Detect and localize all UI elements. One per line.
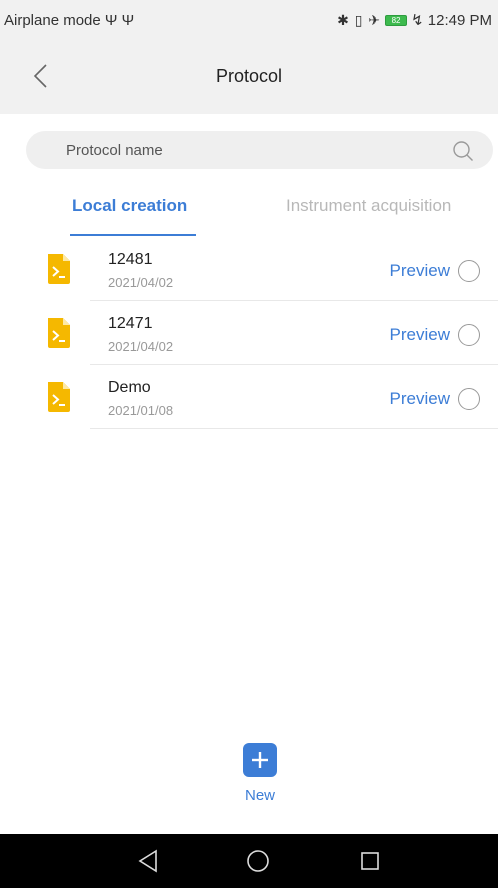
status-left-text: Airplane mode Ψ Ψ	[4, 11, 135, 29]
protocol-name: 12481	[108, 251, 153, 268]
system-nav-bar	[0, 834, 498, 888]
protocol-list: 12481 2021/04/02 Preview 12471 2021/04/0…	[0, 237, 498, 429]
protocol-date: 2021/04/02	[108, 275, 174, 290]
tab-bar: Local creation Instrument acquisition	[0, 190, 498, 240]
preview-link[interactable]: Preview	[390, 389, 450, 409]
list-item[interactable]: Demo 2021/01/08 Preview	[0, 365, 498, 429]
recents-square-icon[interactable]	[355, 846, 385, 876]
home-circle-icon[interactable]	[243, 846, 273, 876]
preview-link[interactable]: Preview	[390, 261, 450, 281]
new-button[interactable]	[243, 743, 277, 777]
protocol-name: Demo	[108, 379, 151, 396]
tab-local-creation[interactable]: Local creation	[72, 196, 187, 216]
protocol-file-icon	[48, 382, 70, 412]
list-item[interactable]: 12471 2021/04/02 Preview	[0, 301, 498, 365]
back-triangle-icon[interactable]	[134, 846, 164, 876]
plus-icon	[252, 752, 268, 768]
active-tab-indicator	[70, 234, 196, 236]
page-title: Protocol	[215, 66, 283, 86]
status-icons: ✱ ▯ ✈	[337, 11, 382, 28]
select-radio[interactable]	[458, 388, 480, 410]
select-radio[interactable]	[458, 324, 480, 346]
search-placeholder: Protocol name	[66, 142, 163, 159]
protocol-date: 2021/01/08	[108, 403, 174, 418]
status-bar: Airplane mode Ψ Ψ ✱ ▯ ✈ 82 ↯ 12:49 PM	[0, 0, 498, 40]
status-right: ✱ ▯ ✈ 82 ↯ 12:49 PM	[337, 11, 492, 30]
status-time: ↯ 12:49 PM	[411, 12, 492, 29]
protocol-file-icon	[48, 254, 70, 284]
new-button-label[interactable]: New	[0, 787, 498, 804]
row-divider	[90, 428, 498, 429]
list-item[interactable]: 12481 2021/04/02 Preview	[0, 237, 498, 301]
search-icon[interactable]	[451, 139, 475, 163]
protocol-name: 12471	[108, 315, 153, 332]
search-input[interactable]: Protocol name	[26, 131, 493, 169]
select-radio[interactable]	[458, 260, 480, 282]
battery-icon: 82	[385, 14, 408, 26]
header-bar: Protocol	[0, 40, 498, 114]
tab-instrument-acquisition[interactable]: Instrument acquisition	[286, 196, 451, 216]
preview-link[interactable]: Preview	[390, 325, 450, 345]
protocol-date: 2021/04/02	[108, 339, 174, 354]
protocol-file-icon	[48, 318, 70, 348]
